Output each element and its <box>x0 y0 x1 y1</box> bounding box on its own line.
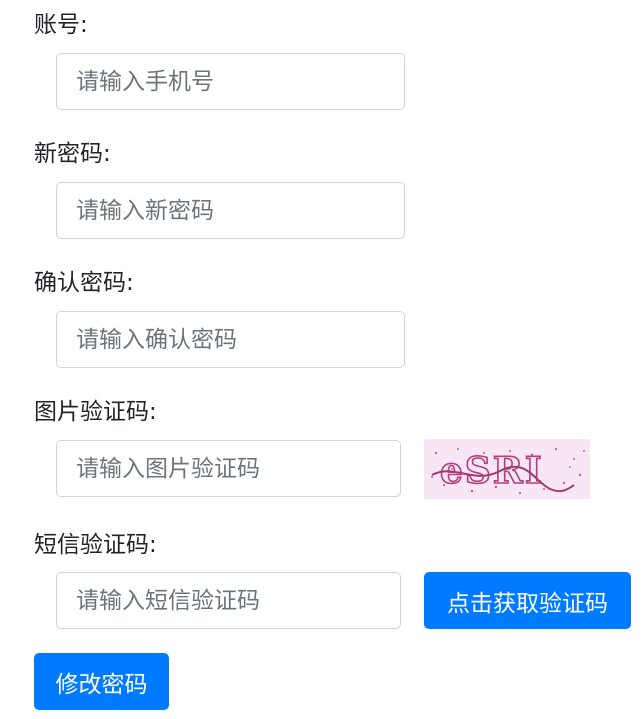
captcha-image[interactable]: eSRI <box>424 439 590 499</box>
sms-code-label: 短信验证码: <box>34 532 157 558</box>
sms-code-input[interactable] <box>56 572 401 629</box>
get-sms-code-button[interactable]: 点击获取验证码 <box>424 572 631 629</box>
image-captcha-label: 图片验证码: <box>34 399 157 425</box>
account-input[interactable] <box>56 53 405 110</box>
new-password-input[interactable] <box>56 182 405 239</box>
confirm-password-label: 确认密码: <box>34 270 134 296</box>
new-password-label: 新密码: <box>34 141 111 167</box>
confirm-password-input[interactable] <box>56 311 405 368</box>
submit-button[interactable]: 修改密码 <box>34 653 169 710</box>
account-label: 账号: <box>34 12 88 38</box>
image-captcha-input[interactable] <box>56 440 401 497</box>
